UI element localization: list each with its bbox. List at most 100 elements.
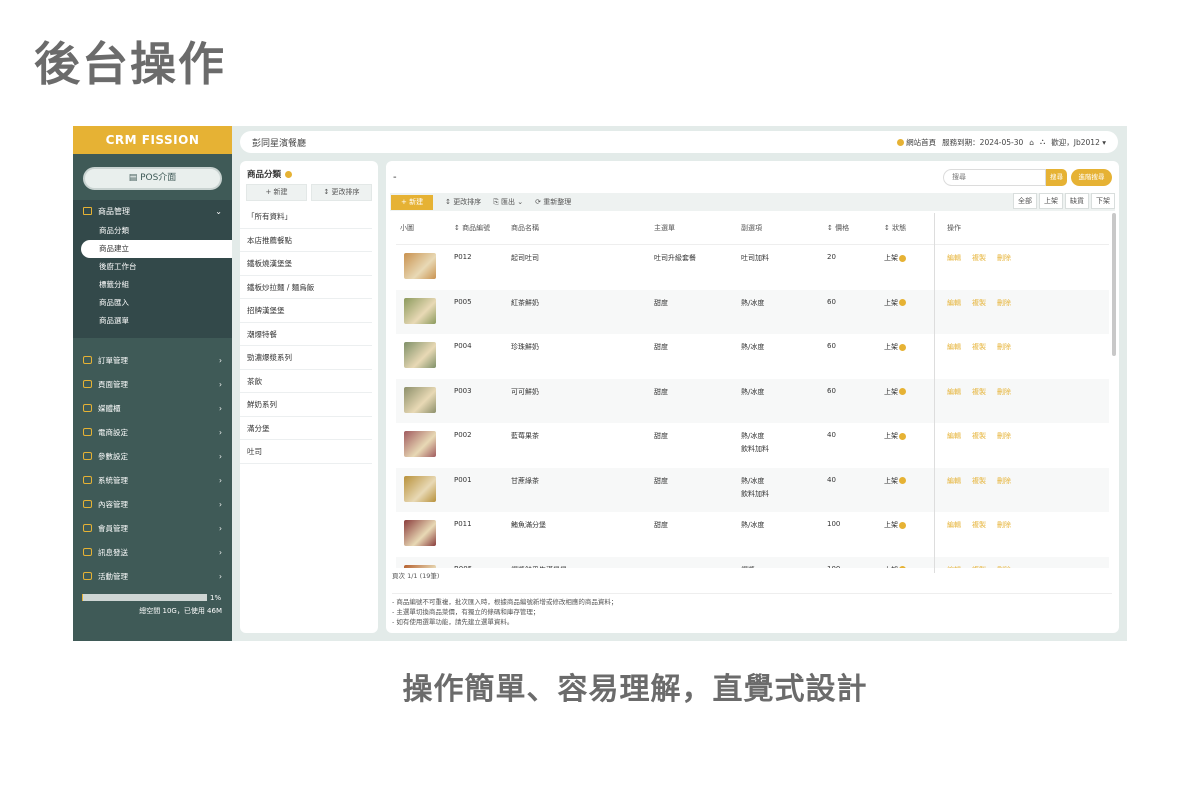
delete-link[interactable]: 刪除 [997,254,1011,262]
sub-option: 熱/冰度 [741,387,765,396]
status-toggle-icon[interactable] [899,477,906,484]
status[interactable]: 上架 [884,431,941,441]
caption: 操作簡單、容易理解，直覺式設計 [402,672,868,707]
edit-link[interactable]: 編輯 [947,566,961,569]
filter-button[interactable]: 缺貨 [1065,193,1089,209]
status-toggle-icon[interactable] [899,388,906,395]
category-item[interactable]: 勁濃爆漿系列 [240,346,372,370]
sidebar-menu-item[interactable]: 系統管理 › [73,468,232,492]
delete-link[interactable]: 刪除 [997,521,1011,529]
status-toggle-icon[interactable] [899,343,906,351]
product-code: P002 [454,431,472,439]
category-item[interactable]: 滿分堡 [240,417,372,440]
copy-link[interactable]: 複製 [972,343,986,351]
advanced-search-button[interactable]: 進階搜尋 [1071,168,1112,186]
category-item[interactable]: 招牌漢堡堡 [240,299,372,323]
sidebar-menu-item[interactable]: 訊息發送 › [73,540,232,564]
site-home-link[interactable]: 網站首頁 [896,137,936,148]
copy-link[interactable]: 複製 [972,388,986,396]
copy-link[interactable]: 複製 [972,477,986,485]
status[interactable]: 上架 [884,298,941,308]
sidebar-menu-item[interactable]: 活動管理 › [73,564,232,588]
price: 100 [827,565,884,569]
delete-link[interactable]: 刪除 [997,299,1011,307]
submenu-item[interactable]: 商品分類 [73,222,232,240]
status[interactable]: 上架 [884,476,941,486]
copy-link[interactable]: 複製 [972,521,986,529]
sidebar-menu-item[interactable]: 頁面管理 › [73,372,232,396]
copy-link[interactable]: 複製 [972,566,986,569]
filter-button[interactable]: 下架 [1091,193,1115,209]
box-icon [83,207,92,215]
status-toggle-icon[interactable] [899,299,906,306]
edit-link[interactable]: 編輯 [947,388,961,396]
app-window: CRM FISSION ▤ POS介面 商品管理 ⌄ 商品分類 商品建立 後廚工作台… [73,126,1127,641]
pos-button[interactable]: ▤ POS介面 [83,167,222,190]
help-icon[interactable] [285,170,293,178]
edit-link[interactable]: 編輯 [947,477,961,485]
status[interactable]: 上架 [884,253,941,263]
product-panel: - 搜尋 進階搜尋 + 新建 ↕ 更改排序 ⎘ 匯出 ⌄ ⟳ 重新整理 全部上架… [386,161,1119,633]
delete-link[interactable]: 刪除 [997,343,1011,351]
sitemap-icon[interactable]: ⛬ [1040,137,1045,147]
submenu-item[interactable]: 商品選單 [73,312,232,330]
submenu-item[interactable]: 後廚工作台 [73,258,232,276]
submenu-item[interactable]: 標籤分組 [73,276,232,294]
user-menu[interactable]: 歡迎，Jb2012 ▾ [1051,137,1106,148]
category-item[interactable]: 潮爆特餐 [240,323,372,346]
filter-button[interactable]: 上架 [1039,193,1063,209]
table-row: P003 可可鮮奶 甜度 熱/冰度 60 上架 編輯 複製 刪除 [396,378,1109,423]
status[interactable]: 上架 [884,387,941,397]
edit-link[interactable]: 編輯 [947,432,961,440]
edit-link[interactable]: 編輯 [947,254,961,262]
delete-link[interactable]: 刪除 [997,388,1011,396]
category-item[interactable]: 「所有資料」 [240,205,372,229]
category-item[interactable]: 鮮奶系列 [240,393,372,417]
refresh-button[interactable]: ⟳ 重新整理 [535,197,571,207]
search-input[interactable] [943,168,1046,186]
delete-link[interactable]: 刪除 [997,432,1011,440]
status[interactable]: 上架 [884,520,941,530]
category-item[interactable]: 本店推薦餐點 [240,229,372,252]
scrollbar[interactable] [1112,213,1116,356]
chevron-right-icon: › [219,571,222,581]
category-item[interactable]: 茶飲 [240,370,372,393]
status-toggle-icon[interactable] [899,521,906,529]
sidebar-menu-item[interactable]: 內容管理 › [73,492,232,516]
edit-link[interactable]: 編輯 [947,521,961,529]
category-item[interactable]: 鐵板炒拉麵 / 麵烏飯 [240,276,372,299]
sidebar-menu-item[interactable]: 訂單管理 › [73,348,232,372]
category-item[interactable]: 鐵板燒漢堡堡 [240,252,372,276]
delete-link[interactable]: 刪除 [997,477,1011,485]
export-button[interactable]: ⎘ 匯出 ⌄ [493,197,523,207]
filter-button[interactable]: 全部 [1013,193,1037,209]
submenu-item[interactable]: 商品建立 [81,240,232,258]
status-toggle-icon[interactable] [899,566,906,568]
copy-link[interactable]: 複製 [972,432,986,440]
search-button[interactable]: 搜尋 [1046,168,1067,186]
category-reorder-button[interactable]: ↕ 更改排序 [311,184,372,201]
edit-link[interactable]: 編輯 [947,299,961,307]
delete-link[interactable]: 刪除 [997,566,1011,569]
home-icon[interactable]: ⌂ [1029,138,1034,147]
submenu-item[interactable]: 商品匯入 [73,294,232,312]
status-toggle-icon[interactable] [899,254,906,262]
product-name: 藍莓果茶 [511,432,539,440]
sidebar-menu-item[interactable]: 媒體櫃 › [73,396,232,420]
category-item[interactable]: 吐司 [240,440,372,464]
edit-link[interactable]: 編輯 [947,343,961,351]
product-name: 起司吐司 [511,254,539,262]
sidebar-menu-item[interactable]: 參數設定 › [73,444,232,468]
status-toggle-icon[interactable] [899,432,906,440]
new-button[interactable]: + 新建 [391,194,434,210]
sidebar-menu-item[interactable]: 會員管理 › [73,516,232,540]
product-code: B005 [454,565,511,569]
reorder-button[interactable]: ↕ 更改排序 [445,197,481,207]
status[interactable]: 上架 [884,565,941,568]
category-add-button[interactable]: + 新建 [246,184,307,201]
sidebar-menu-item[interactable]: 電商設定 › [73,420,232,444]
status[interactable]: 上架 [884,342,941,352]
copy-link[interactable]: 複製 [972,299,986,307]
copy-link[interactable]: 複製 [972,254,986,262]
menu-product-management[interactable]: 商品管理 ⌄ [73,200,232,222]
